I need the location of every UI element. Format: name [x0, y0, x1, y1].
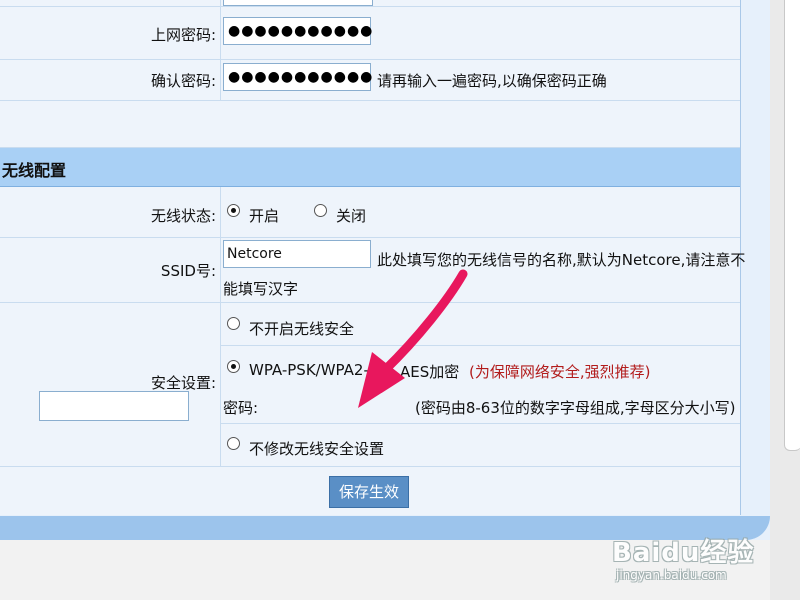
confirm-input[interactable]: ●●●●●●●●●●● — [223, 63, 372, 91]
status-off-radio[interactable] — [314, 204, 327, 217]
ssid-input[interactable]: Netcore — [223, 240, 371, 268]
settings-panel: 上网密码: ●●●●●●●●●●● 确认密码: ●●●●●●●●●●● 请再输入… — [0, 0, 745, 515]
security-wpa-label-a: WPA-PSK/WPA2- — [249, 361, 369, 379]
confirm-hint: 请再输入一遍密码,以确保密码正确 — [377, 72, 607, 90]
security-keep-radio[interactable] — [227, 437, 240, 450]
key-label: 密码: — [223, 399, 259, 417]
ssid-hint-2: 能填写汉字 — [223, 280, 299, 298]
form-row-security: 安全设置: 不开启无线安全 WPA-PSK/WPA2- AES加密 (为保障网络… — [0, 303, 740, 467]
status-label: 无线状态: — [150, 207, 216, 225]
security-wpa-label-b: AES加密 — [400, 363, 460, 381]
watermark: Baidu经验 jingyan.baidu.com — [612, 520, 772, 590]
cut-input[interactable] — [223, 0, 373, 6]
password-input[interactable]: ●●●●●●●●●●● — [223, 17, 372, 45]
scrollbar[interactable] — [784, 0, 800, 451]
security-label: 安全设置: — [150, 374, 216, 392]
security-none-label: 不开启无线安全 — [249, 320, 355, 338]
watermark-logo: Baidu经验 — [612, 538, 755, 568]
security-none-radio[interactable] — [227, 317, 240, 330]
security-wpa-note: (为保障网络安全,强烈推荐) — [469, 363, 651, 381]
confirm-label: 确认密码: — [150, 72, 216, 90]
key-hint: (密码由8-63位的数字字母组成,字母区分大小写) — [415, 399, 736, 417]
security-keep-label: 不修改无线安全设置 — [249, 440, 385, 458]
router-settings-page: 上网密码: ●●●●●●●●●●● 确认密码: ●●●●●●●●●●● 请再输入… — [0, 0, 800, 600]
watermark-url: jingyan.baidu.com — [616, 568, 727, 582]
section-title: 无线配置 — [2, 161, 67, 180]
ssid-hint: 此处填写您的无线信号的名称,默认为Netcore,请注意不 — [377, 251, 746, 269]
form-row-wireless-status: 无线状态: 开启 关闭 — [0, 187, 740, 238]
security-wpa-radio[interactable] — [227, 360, 240, 373]
form-row-ssid: SSID号: Netcore 此处填写您的无线信号的名称,默认为Netcore,… — [0, 238, 745, 303]
status-on-radio[interactable] — [227, 204, 240, 217]
status-off-label: 关闭 — [336, 207, 367, 225]
right-margin — [770, 0, 800, 600]
ssid-label: SSID号: — [160, 262, 216, 280]
wireless-key-input[interactable] — [39, 391, 189, 421]
password-label: 上网密码: — [150, 26, 216, 44]
form-row-spacer — [0, 101, 740, 148]
form-row-confirm: 确认密码: ●●●●●●●●●●● 请再输入一遍密码,以确保密码正确 — [0, 60, 740, 101]
section-header: 无线配置 — [0, 148, 740, 187]
save-button[interactable]: 保存生效 — [329, 476, 409, 508]
form-row-cut — [0, 0, 740, 7]
form-row-password: 上网密码: ●●●●●●●●●●● — [0, 7, 740, 60]
status-on-label: 开启 — [249, 207, 280, 225]
